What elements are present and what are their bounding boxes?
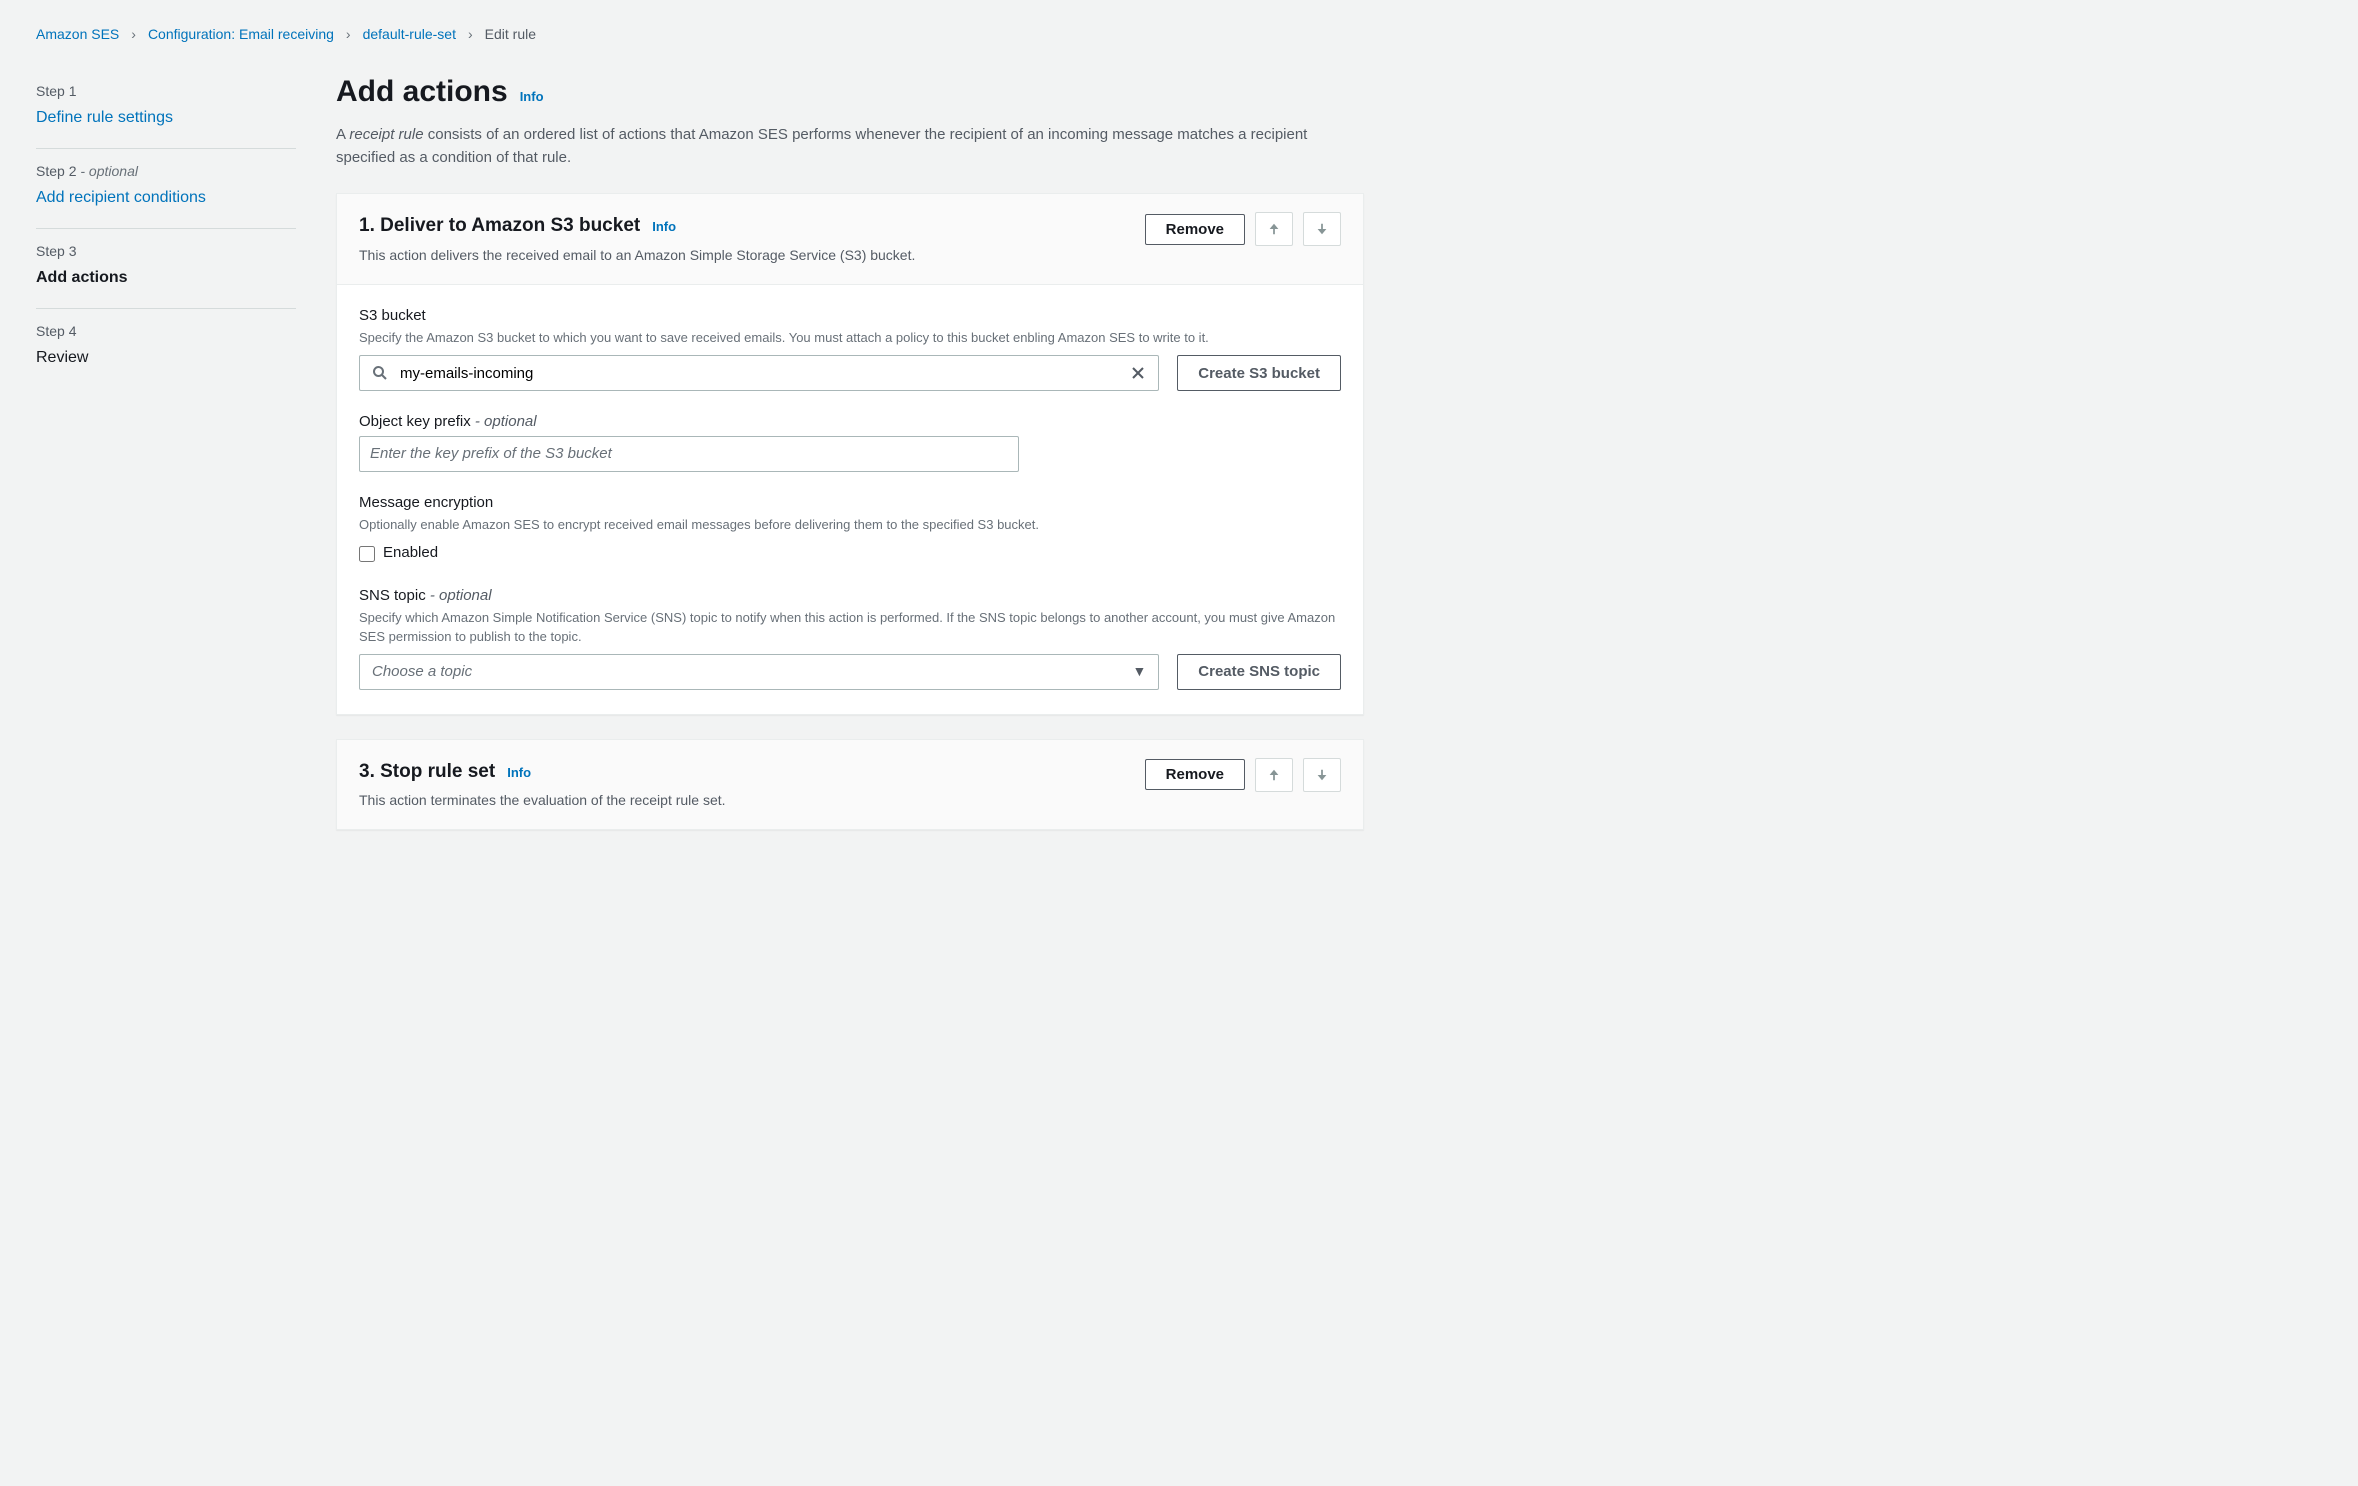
move-down-button[interactable] xyxy=(1303,758,1341,792)
page-header: Add actions Info A receipt rule consists… xyxy=(336,69,1364,169)
arrow-down-icon xyxy=(1315,222,1329,236)
s3-bucket-input[interactable] xyxy=(396,359,1118,388)
step-title-add-actions: Add actions xyxy=(36,266,296,290)
breadcrumb-amazon-ses[interactable]: Amazon SES xyxy=(36,24,119,45)
card-title: 3. Stop rule set xyxy=(359,758,495,787)
page-title: Add actions xyxy=(336,69,508,114)
wizard-step-2: Step 2 - optional Add recipient conditio… xyxy=(36,149,296,229)
field-sns-topic: SNS topic - optional Specify which Amazo… xyxy=(359,585,1341,690)
step-label: Step 3 xyxy=(36,241,296,262)
info-link[interactable]: Info xyxy=(520,87,544,107)
field-label: S3 bucket xyxy=(359,305,1341,328)
clear-icon[interactable] xyxy=(1118,365,1158,381)
arrow-down-icon xyxy=(1315,768,1329,782)
encryption-enabled-checkbox[interactable] xyxy=(359,546,375,562)
page-description: A receipt rule consists of an ordered li… xyxy=(336,124,1364,169)
field-label: Object key prefix - optional xyxy=(359,411,1341,434)
field-hint: Optionally enable Amazon SES to encrypt … xyxy=(359,516,1341,534)
field-hint: Specify which Amazon Simple Notification… xyxy=(359,609,1341,645)
wizard-step-4: Step 4 Review xyxy=(36,309,296,388)
create-s3-bucket-button[interactable]: Create S3 bucket xyxy=(1177,355,1341,391)
object-key-prefix-input[interactable] xyxy=(359,436,1019,472)
field-message-encryption: Message encryption Optionally enable Ama… xyxy=(359,492,1341,565)
s3-bucket-input-wrap xyxy=(359,355,1159,391)
wizard-steps-sidebar: Step 1 Define rule settings Step 2 - opt… xyxy=(36,69,296,854)
info-link[interactable]: Info xyxy=(652,217,676,237)
arrow-up-icon xyxy=(1267,222,1281,236)
step-label: Step 1 xyxy=(36,81,296,102)
field-s3-bucket: S3 bucket Specify the Amazon S3 bucket t… xyxy=(359,305,1341,392)
move-up-button[interactable] xyxy=(1255,212,1293,246)
step-label: Step 4 xyxy=(36,321,296,342)
wizard-step-3: Step 3 Add actions xyxy=(36,229,296,309)
breadcrumb-email-receiving[interactable]: Configuration: Email receiving xyxy=(148,24,334,45)
card-title: 1. Deliver to Amazon S3 bucket xyxy=(359,212,640,241)
remove-button[interactable]: Remove xyxy=(1145,759,1245,790)
chevron-right-icon: › xyxy=(468,24,473,45)
action-card-stop-rule-set: 3. Stop rule set Info This action termin… xyxy=(336,739,1364,831)
chevron-right-icon: › xyxy=(346,24,351,45)
breadcrumb: Amazon SES › Configuration: Email receiv… xyxy=(36,24,1364,45)
search-icon xyxy=(360,365,396,381)
card-header: 1. Deliver to Amazon S3 bucket Info This… xyxy=(337,194,1363,285)
chevron-right-icon: › xyxy=(131,24,136,45)
wizard-step-1: Step 1 Define rule settings xyxy=(36,69,296,149)
create-sns-topic-button[interactable]: Create SNS topic xyxy=(1177,654,1341,690)
move-up-button[interactable] xyxy=(1255,758,1293,792)
field-hint: Specify the Amazon S3 bucket to which yo… xyxy=(359,329,1341,347)
step-title-add-recipient-conditions[interactable]: Add recipient conditions xyxy=(36,186,296,210)
caret-down-icon: ▼ xyxy=(1132,661,1146,682)
card-subtitle: This action delivers the received email … xyxy=(359,245,1125,266)
step-title-define-rule-settings[interactable]: Define rule settings xyxy=(36,106,296,130)
info-link[interactable]: Info xyxy=(507,763,531,783)
move-down-button[interactable] xyxy=(1303,212,1341,246)
breadcrumb-default-rule-set[interactable]: default-rule-set xyxy=(363,24,456,45)
action-card-s3: 1. Deliver to Amazon S3 bucket Info This… xyxy=(336,193,1364,715)
field-label: Message encryption xyxy=(359,492,1341,515)
arrow-up-icon xyxy=(1267,768,1281,782)
main-content: Add actions Info A receipt rule consists… xyxy=(336,69,1364,854)
select-placeholder: Choose a topic xyxy=(372,661,1132,684)
field-object-key-prefix: Object key prefix - optional xyxy=(359,411,1341,472)
field-label: SNS topic - optional xyxy=(359,585,1341,608)
encryption-enabled-label[interactable]: Enabled xyxy=(383,542,438,565)
breadcrumb-current: Edit rule xyxy=(485,24,536,45)
card-subtitle: This action terminates the evaluation of… xyxy=(359,790,1125,811)
card-header: 3. Stop rule set Info This action termin… xyxy=(337,740,1363,830)
step-title-review: Review xyxy=(36,346,296,370)
remove-button[interactable]: Remove xyxy=(1145,214,1245,245)
sns-topic-select[interactable]: Choose a topic ▼ xyxy=(359,654,1159,690)
step-label: Step 2 - optional xyxy=(36,161,296,182)
